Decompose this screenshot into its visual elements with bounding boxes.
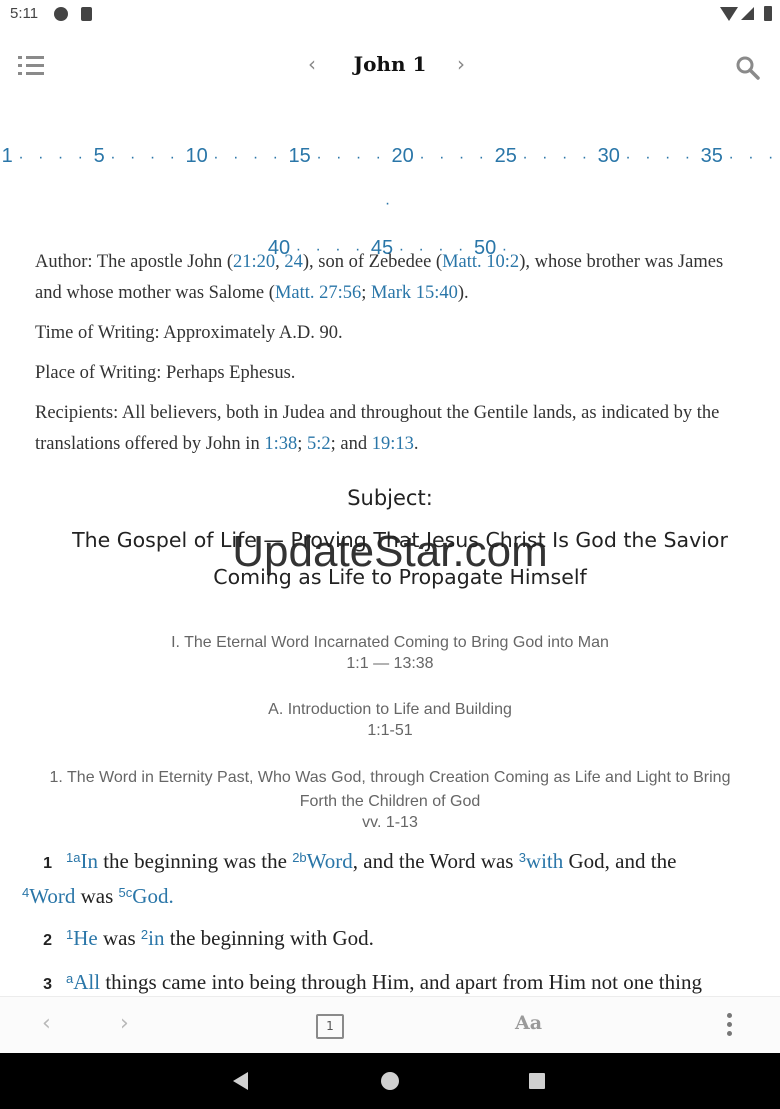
watermark: UpdateStar.com bbox=[232, 527, 548, 576]
outline-heading-1[interactable]: I. The Eternal Word Incarnated Coming to… bbox=[40, 632, 740, 674]
outline-heading-text: 1. The Word in Eternity Past, Who Was Go… bbox=[49, 769, 731, 810]
place-of-writing: Place of Writing: Perhaps Ephesus. bbox=[35, 363, 296, 383]
subject-label: Subject: bbox=[347, 486, 433, 510]
annotated-word[interactable]: He bbox=[73, 926, 98, 950]
annotated-word[interactable]: in bbox=[148, 926, 164, 950]
outline-range: vv. 1-13 bbox=[362, 814, 418, 831]
separator: ; bbox=[361, 283, 372, 303]
verse-text: was bbox=[75, 884, 119, 908]
previous-chapter-button[interactable]: ‹ bbox=[308, 52, 316, 76]
verse-nav-dots: · · · · bbox=[316, 149, 386, 166]
verse-link[interactable]: 5 bbox=[94, 145, 105, 167]
verse-text: God, and the bbox=[563, 849, 677, 873]
separator: , bbox=[275, 252, 285, 272]
outline-range: 1:1-51 bbox=[367, 722, 413, 739]
author-paragraph: Author: The apostle John (21:20, 24), so… bbox=[35, 247, 750, 309]
bottom-toolbar: ‹ › 1 Aa bbox=[0, 996, 780, 1054]
chapter-title[interactable]: John 1 bbox=[320, 52, 460, 76]
annotated-word[interactable]: Word bbox=[29, 884, 75, 908]
verse-text: was bbox=[97, 926, 141, 950]
sd-card-icon bbox=[81, 7, 92, 21]
separator: ; and bbox=[330, 434, 372, 454]
battery-icon bbox=[764, 6, 772, 21]
verse-link[interactable]: 10 bbox=[185, 145, 207, 167]
separator: ; bbox=[297, 434, 307, 454]
verse-nav-dots: · · · · bbox=[419, 149, 490, 166]
author-text: Author: The apostle John ( bbox=[35, 252, 233, 272]
system-home-icon[interactable] bbox=[381, 1072, 399, 1090]
annotated-word[interactable]: All bbox=[73, 970, 100, 994]
status-time: 5:11 bbox=[10, 5, 39, 22]
verse-number[interactable]: 1 bbox=[22, 847, 66, 880]
verse-nav-row-1: 1 · · · · 5 · · · · 10 · · · · 15 · · · … bbox=[0, 134, 780, 226]
verse-2: 2 1He was 2in the beginning with God. bbox=[22, 922, 762, 957]
cross-reference-link[interactable]: 19:13 bbox=[372, 434, 414, 454]
system-back-icon[interactable] bbox=[233, 1072, 248, 1090]
system-recents-icon[interactable] bbox=[529, 1073, 545, 1089]
verse-nav-dots: · · · · bbox=[625, 149, 696, 166]
verse-link[interactable]: 35 bbox=[701, 145, 723, 167]
verse-1: 1 1aIn the beginning was the 2bWord, and … bbox=[22, 845, 762, 913]
status-bar: 5:11 bbox=[0, 0, 780, 30]
cell-signal-icon bbox=[741, 7, 754, 20]
verse-number[interactable]: 2 bbox=[22, 924, 66, 957]
contents-list-icon[interactable] bbox=[18, 54, 48, 78]
author-text: ). bbox=[457, 283, 469, 303]
verse-link[interactable]: 30 bbox=[598, 145, 620, 167]
font-settings-button[interactable]: Aa bbox=[515, 1012, 542, 1034]
outline-range: 1:1 — 13:38 bbox=[346, 655, 434, 672]
annotated-word[interactable]: Word bbox=[307, 849, 353, 873]
system-navigation-bar bbox=[0, 1053, 780, 1109]
verse-text: the beginning with God. bbox=[164, 926, 374, 950]
time-of-writing: Time of Writing: Approximately A.D. 90. bbox=[35, 323, 343, 343]
recipients-paragraph: Recipients: All believers, both in Judea… bbox=[35, 398, 750, 460]
footnote-marker[interactable]: 3 bbox=[519, 850, 526, 865]
cross-reference-link[interactable]: 5:2 bbox=[307, 434, 331, 454]
wifi-icon bbox=[720, 7, 738, 21]
cross-reference-link[interactable]: Matt. 10:2 bbox=[442, 252, 519, 272]
page-indicator-button[interactable]: 1 bbox=[316, 1014, 344, 1039]
annotated-word[interactable]: In bbox=[80, 849, 98, 873]
cross-reference-link[interactable]: Matt. 27:56 bbox=[275, 283, 361, 303]
verse-nav-dots: · · · · bbox=[522, 149, 593, 166]
cross-reference-link[interactable]: 21:20 bbox=[233, 252, 275, 272]
cross-reference-link[interactable]: Mark 15:40 bbox=[371, 283, 458, 303]
top-toolbar: ‹ John 1 › bbox=[0, 40, 780, 90]
annotated-word[interactable]: with bbox=[526, 849, 563, 873]
back-button[interactable]: ‹ bbox=[42, 1011, 51, 1036]
forward-button[interactable]: › bbox=[120, 1011, 129, 1036]
notification-icon bbox=[54, 7, 68, 21]
footnote-marker[interactable]: 5c bbox=[119, 885, 133, 900]
search-icon[interactable] bbox=[734, 54, 762, 82]
cross-reference-link[interactable]: 1:38 bbox=[264, 434, 297, 454]
verse-link[interactable]: 15 bbox=[289, 145, 311, 167]
outline-heading-2[interactable]: A. Introduction to Life and Building 1:1… bbox=[40, 699, 740, 741]
author-text: ), son of Zebedee ( bbox=[302, 252, 443, 272]
verse-nav-dots: · · · · bbox=[213, 149, 283, 166]
outline-heading-3[interactable]: 1. The Word in Eternity Past, Who Was Go… bbox=[40, 766, 740, 832]
footnote-marker[interactable]: 1a bbox=[66, 850, 80, 865]
footnote-marker[interactable]: 2b bbox=[292, 850, 306, 865]
next-chapter-button[interactable]: › bbox=[457, 52, 465, 76]
verse-text: things came into being through Him, and … bbox=[100, 970, 702, 994]
verse-nav-dots: · · · · bbox=[110, 149, 180, 166]
verse-nav-dots: · · · · bbox=[18, 149, 89, 166]
more-options-icon[interactable] bbox=[727, 1013, 733, 1040]
recipients-text: . bbox=[413, 434, 419, 454]
verse-link[interactable]: 20 bbox=[392, 145, 414, 167]
verse-text: , and the Word was bbox=[352, 849, 519, 873]
outline-heading-text: I. The Eternal Word Incarnated Coming to… bbox=[171, 634, 609, 651]
verse-link[interactable]: 1 bbox=[2, 145, 13, 167]
cross-reference-link[interactable]: 24 bbox=[284, 252, 303, 272]
scripture-text: 1 1aIn the beginning was the 2bWord, and … bbox=[22, 845, 762, 1010]
verse-text: the beginning was the bbox=[97, 849, 293, 873]
verse-link[interactable]: 25 bbox=[495, 145, 517, 167]
book-introduction: Author: The apostle John (21:20, 24), so… bbox=[35, 247, 750, 469]
outline-heading-text: A. Introduction to Life and Building bbox=[268, 701, 512, 718]
annotated-word[interactable]: God. bbox=[132, 884, 173, 908]
